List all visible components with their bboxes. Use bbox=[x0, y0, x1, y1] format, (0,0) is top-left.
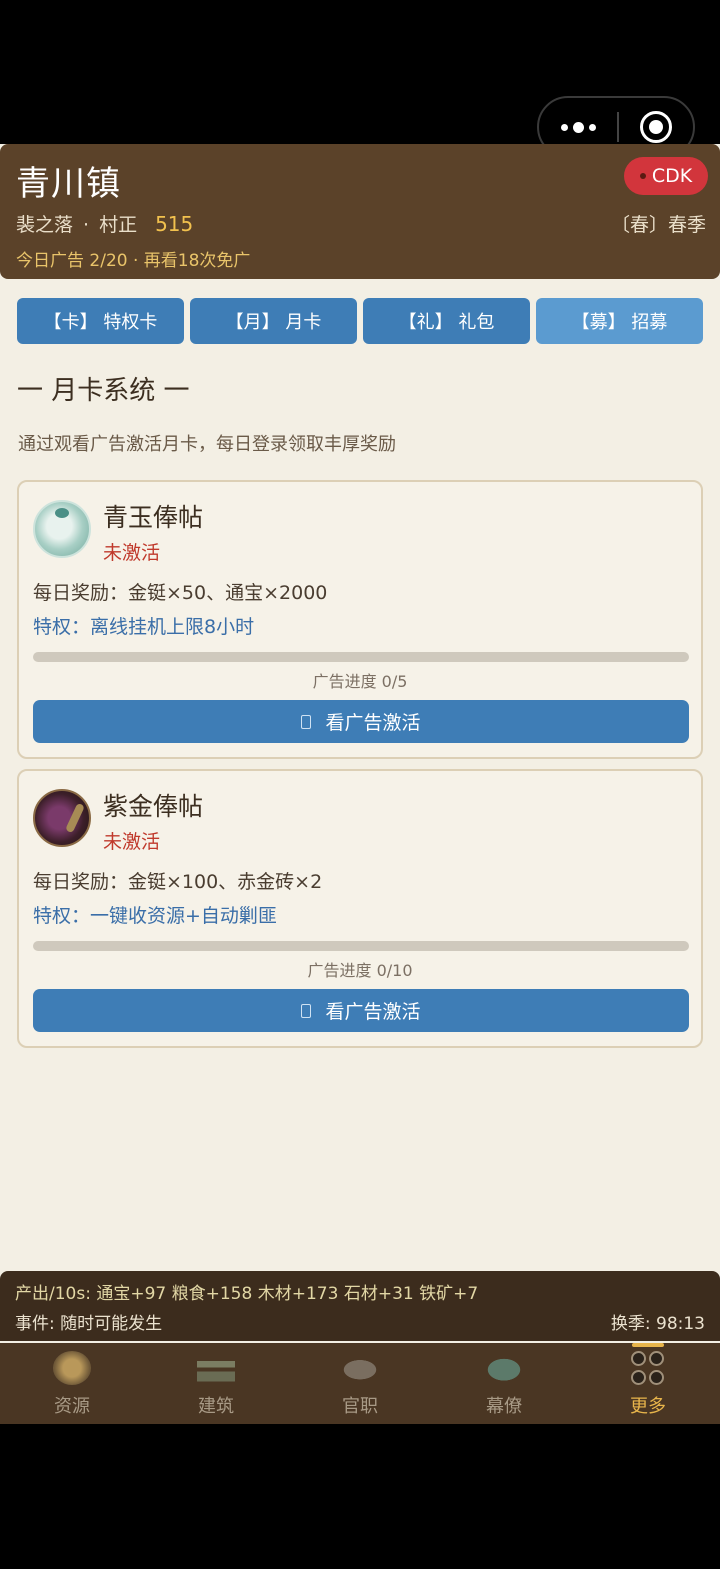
cdk-dot-icon bbox=[639, 173, 646, 179]
dot-icon bbox=[560, 123, 568, 131]
gold-seal-icon bbox=[33, 789, 91, 847]
nav-official[interactable]: 官职 bbox=[288, 1343, 432, 1424]
ad-progress-text: 广告进度 0/10 bbox=[307, 961, 413, 980]
watch-ad-activate-button[interactable]: 看广告激活 bbox=[33, 989, 689, 1032]
nav-resources[interactable]: 资源 bbox=[0, 1343, 144, 1424]
watch-ad-activate-button[interactable]: 看广告激活 bbox=[33, 700, 689, 743]
event-status: 事件: 随时可能发生 bbox=[15, 1314, 163, 1334]
cdk-button[interactable]: CDK bbox=[624, 157, 708, 195]
place-name: 裴之落 bbox=[16, 214, 74, 236]
nav-label: 更多 bbox=[630, 1396, 666, 1417]
season-timer: 换季: 98:13 bbox=[610, 1314, 705, 1334]
nav-more[interactable]: 更多 bbox=[576, 1343, 720, 1424]
card-privilege: 特权：一键收资源+自动剿匪 bbox=[33, 905, 277, 927]
resources-icon bbox=[53, 1351, 91, 1385]
production-rate: 产出/10s: 通宝+97 粮食+158 木材+173 石材+31 铁矿+7 bbox=[15, 1284, 479, 1304]
building-icon bbox=[197, 1351, 235, 1385]
more-grid-icon bbox=[631, 1351, 665, 1385]
score-value: 515 bbox=[155, 212, 194, 236]
card-daily-reward: 每日奖励：金铤×100、赤金砖×2 bbox=[33, 871, 323, 893]
card-status: 未激活 bbox=[103, 542, 161, 564]
card-status: 未激活 bbox=[103, 831, 161, 853]
ad-count-info: 今日广告 2/20 · 再看18次免广 bbox=[16, 251, 251, 271]
ad-progress-bar bbox=[33, 652, 689, 662]
nav-label: 建筑 bbox=[198, 1396, 234, 1417]
ad-progress-bar bbox=[33, 941, 689, 951]
nav-advisors[interactable]: 幕僚 bbox=[432, 1343, 576, 1424]
nav-label: 资源 bbox=[54, 1396, 90, 1417]
town-name: 青川镇 bbox=[16, 164, 121, 204]
town-header: 青川镇 CDK 裴之落 · 村正 515 〔春〕春季 今日广告 2/20 · 再… bbox=[0, 144, 720, 279]
nav-buildings[interactable]: 建筑 bbox=[144, 1343, 288, 1424]
dot-icon bbox=[588, 123, 596, 131]
fan-icon bbox=[485, 1351, 523, 1385]
monthly-card-jade: 青玉俸帖 未激活 每日奖励：金铤×50、通宝×2000 特权：离线挂机上限8小时… bbox=[17, 480, 703, 759]
season-label: 〔春〕春季 bbox=[610, 214, 706, 236]
tab-privilege-card[interactable]: 【卡】 特权卡 bbox=[17, 298, 184, 344]
card-privilege: 特权：离线挂机上限8小时 bbox=[33, 616, 255, 638]
ad-progress-text: 广告进度 0/5 bbox=[312, 672, 408, 691]
video-icon bbox=[301, 714, 312, 729]
section-title: 一 月卡系统 一 bbox=[17, 376, 190, 406]
section-description: 通过观看广告激活月卡，每日登录领取丰厚奖励 bbox=[18, 434, 396, 455]
official-hat-icon bbox=[341, 1351, 379, 1385]
tab-recruit[interactable]: 【募】 招募 bbox=[536, 298, 703, 344]
card-name: 青玉俸帖 bbox=[103, 503, 204, 532]
player-info: 裴之落 · 村正 515 bbox=[16, 210, 193, 237]
cdk-label: CDK bbox=[651, 165, 693, 187]
production-status-bar: 产出/10s: 通宝+97 粮食+158 木材+173 石材+31 铁矿+7 事… bbox=[0, 1271, 720, 1341]
card-name: 紫金俸帖 bbox=[103, 792, 204, 821]
separator-dot: · bbox=[83, 214, 90, 236]
bottom-navigation: 资源 建筑 官职 幕僚 更多 bbox=[0, 1343, 720, 1424]
nav-label: 官职 bbox=[342, 1396, 378, 1417]
video-icon bbox=[301, 1003, 312, 1018]
app-screen: 青川镇 CDK 裴之落 · 村正 515 〔春〕春季 今日广告 2/20 · 再… bbox=[0, 144, 720, 1424]
target-icon bbox=[640, 111, 672, 143]
tab-gift-pack[interactable]: 【礼】 礼包 bbox=[363, 298, 530, 344]
monthly-card-gold: 紫金俸帖 未激活 每日奖励：金铤×100、赤金砖×2 特权：一键收资源+自动剿匪… bbox=[17, 769, 703, 1048]
nav-label: 幕僚 bbox=[486, 1396, 522, 1417]
button-label: 看广告激活 bbox=[325, 712, 421, 734]
card-daily-reward: 每日奖励：金铤×50、通宝×2000 bbox=[33, 582, 328, 604]
dot-icon bbox=[572, 121, 584, 133]
rank-title: 村正 bbox=[99, 214, 138, 236]
button-label: 看广告激活 bbox=[325, 1001, 421, 1023]
jade-seal-icon bbox=[33, 500, 91, 558]
shop-tabs: 【卡】 特权卡 【月】 月卡 【礼】 礼包 【募】 招募 bbox=[17, 298, 703, 344]
tab-monthly-card[interactable]: 【月】 月卡 bbox=[190, 298, 357, 344]
